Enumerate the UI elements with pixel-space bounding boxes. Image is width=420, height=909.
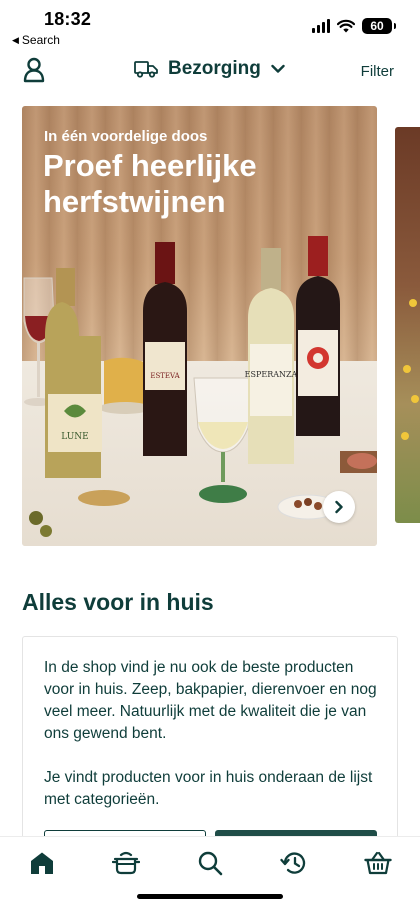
filter-button[interactable]: Filter [361, 63, 394, 80]
back-triangle-icon: ◀ [12, 34, 19, 45]
cellular-signal-icon [312, 19, 330, 33]
carousel-next-button[interactable] [323, 491, 355, 523]
battery-level: 60 [370, 19, 384, 33]
home-icon [31, 852, 53, 874]
nav-basket[interactable] [363, 848, 393, 878]
cooking-pot-icon [112, 851, 140, 875]
delivery-label: Bezorging [168, 58, 261, 79]
back-to-search-link[interactable]: ◀ Search [12, 33, 60, 47]
nav-search[interactable] [195, 848, 225, 878]
system-icons: 60 [312, 18, 396, 34]
hero-banner-card[interactable]: LUNE ESTEVA ESPERANZA In één voordelige … [22, 106, 377, 546]
svg-text:ESTEVA: ESTEVA [150, 372, 180, 380]
info-paragraph: In de shop vind je nu ook de beste produ… [44, 659, 377, 742]
history-icon [280, 852, 306, 874]
wifi-icon [337, 19, 355, 33]
next-banner-preview[interactable] [395, 127, 420, 523]
svg-text:ESPERANZA: ESPERANZA [245, 370, 298, 379]
flower-decoration [409, 299, 417, 307]
delivery-truck-icon [134, 61, 158, 78]
flower-decoration [411, 395, 419, 403]
chevron-down-icon [271, 64, 285, 73]
status-bar: 18:32 ◀ Search 60 [0, 0, 420, 52]
flower-decoration [401, 432, 409, 440]
svg-text:LUNE: LUNE [61, 432, 89, 442]
delivery-method-dropdown[interactable]: Bezorging [134, 58, 285, 80]
chevron-right-icon [335, 500, 343, 514]
nav-home[interactable] [27, 848, 57, 878]
info-card: In de shop vind je nu ook de beste produ… [22, 636, 398, 846]
battery-icon: 60 [362, 18, 396, 34]
flower-decoration [403, 365, 411, 373]
nav-order-history[interactable] [279, 848, 309, 878]
app-header: Bezorging Filter [0, 52, 420, 92]
basket-icon [364, 851, 392, 875]
status-time: 18:32 [44, 9, 92, 29]
home-indicator [137, 894, 283, 899]
section-title: Alles voor in huis [22, 589, 214, 615]
search-icon [198, 851, 223, 876]
info-text: In de shop vind je nu ook de beste produ… [44, 657, 384, 833]
back-search-label: Search [21, 33, 60, 47]
nav-recipes[interactable] [111, 848, 141, 878]
hero-title: Proef heerlijke herfstwijnen [43, 148, 257, 219]
info-paragraph: Je vindt producten voor in huis onderaan… [44, 769, 373, 808]
person-icon [23, 57, 45, 83]
hero-kicker: In één voordelige doos [44, 128, 208, 145]
profile-button[interactable] [22, 57, 46, 83]
